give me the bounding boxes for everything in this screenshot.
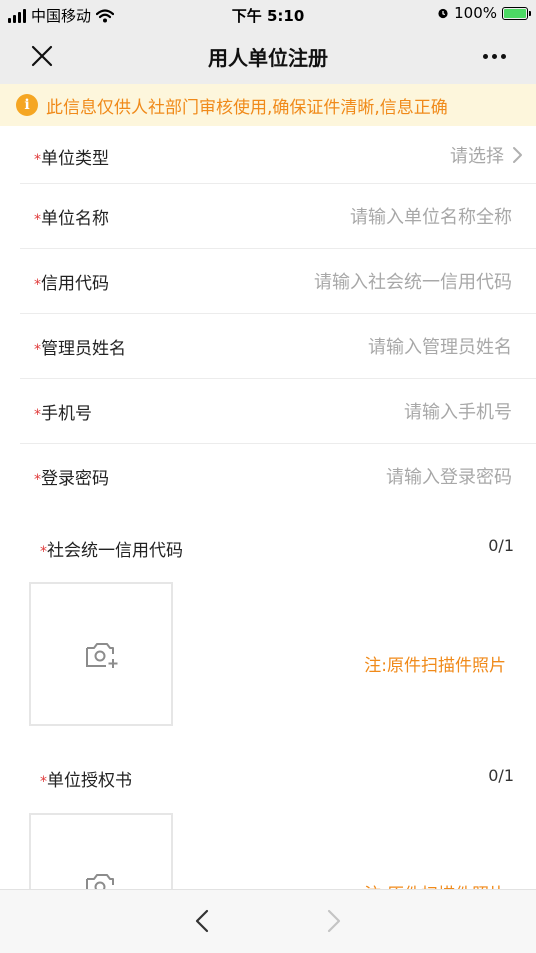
chevron-right-icon xyxy=(513,147,522,163)
field-label-text: 手机号 xyxy=(41,404,92,424)
field-unit-name: *单位名称 请输入单位名称全称 xyxy=(20,184,536,249)
field-password: *登录密码 请输入登录密码 xyxy=(20,444,536,509)
field-label: *手机号 xyxy=(34,399,92,424)
required-mark: * xyxy=(34,152,41,168)
nav-bar: 用人单位注册 xyxy=(0,28,536,84)
battery-icon xyxy=(502,6,531,20)
back-arrow-icon[interactable] xyxy=(188,906,218,936)
field-label-text: 单位名称 xyxy=(41,209,109,229)
upload-credit-code-button[interactable] xyxy=(29,582,173,726)
field-unit-type[interactable]: *单位类型 请选择 xyxy=(20,126,536,184)
field-label-text: 单位类型 xyxy=(41,149,109,169)
upload-label-text: 单位授权书 xyxy=(47,771,132,791)
required-mark: * xyxy=(34,342,41,358)
upload-authorization-header: *单位授权书 0/1 xyxy=(0,758,536,798)
field-label-text: 信用代码 xyxy=(41,274,109,294)
required-mark: * xyxy=(40,774,47,790)
field-label: *信用代码 xyxy=(34,269,109,294)
field-label-text: 登录密码 xyxy=(41,469,109,489)
upload-label-text: 社会统一信用代码 xyxy=(47,541,183,561)
camera-add-icon xyxy=(86,643,118,668)
field-label-text: 管理员姓名 xyxy=(41,339,126,359)
field-label: *登录密码 xyxy=(34,464,109,489)
upload-credit-code-header: *社会统一信用代码 0/1 xyxy=(0,528,536,568)
required-mark: * xyxy=(34,472,41,488)
status-bar-right: 100% xyxy=(437,4,531,22)
page-title: 用人单位注册 xyxy=(208,46,328,70)
forward-arrow-icon xyxy=(327,909,341,933)
field-label: *管理员姓名 xyxy=(34,334,126,359)
field-label: *单位名称 xyxy=(34,204,109,229)
alarm-icon xyxy=(438,8,448,19)
unit-name-input[interactable]: 请输入单位名称全称 xyxy=(350,203,512,229)
notice-banner: i 此信息仅供人社部门审核使用,确保证件清晰,信息正确 xyxy=(0,84,536,126)
status-bar: 中国移动 下午 5:10 100% xyxy=(0,0,536,28)
notice-text: 此信息仅供人社部门审核使用,确保证件清晰,信息正确 xyxy=(46,97,448,118)
credit-code-input[interactable]: 请输入社会统一信用代码 xyxy=(314,268,512,294)
password-input[interactable]: 请输入登录密码 xyxy=(386,463,512,489)
field-credit-code: *信用代码 请输入社会统一信用代码 xyxy=(20,249,536,314)
field-label: *单位类型 xyxy=(34,144,109,169)
browser-toolbar xyxy=(0,889,536,953)
field-phone: *手机号 请输入手机号 xyxy=(20,379,536,444)
required-mark: * xyxy=(34,407,41,423)
upload-count: 0/1 xyxy=(488,766,514,785)
upload-count: 0/1 xyxy=(488,536,514,555)
upload-note: 注:原件扫描件照片 xyxy=(364,656,506,676)
required-mark: * xyxy=(34,212,41,228)
required-mark: * xyxy=(34,277,41,293)
more-icon[interactable] xyxy=(476,38,512,74)
required-mark: * xyxy=(40,544,47,560)
field-admin-name: *管理员姓名 请输入管理员姓名 xyxy=(20,314,536,379)
unit-type-select[interactable]: 请选择 xyxy=(450,142,504,168)
registration-form: *单位类型 请选择 *单位名称 请输入单位名称全称 *信用代码 请输入社会统一信… xyxy=(0,126,536,509)
upload-label: *社会统一信用代码 xyxy=(40,536,183,561)
upload-label: *单位授权书 xyxy=(40,766,132,791)
battery-percent: 100% xyxy=(454,4,497,22)
info-icon: i xyxy=(16,94,38,116)
phone-input[interactable]: 请输入手机号 xyxy=(404,398,512,424)
admin-name-input[interactable]: 请输入管理员姓名 xyxy=(368,333,512,359)
